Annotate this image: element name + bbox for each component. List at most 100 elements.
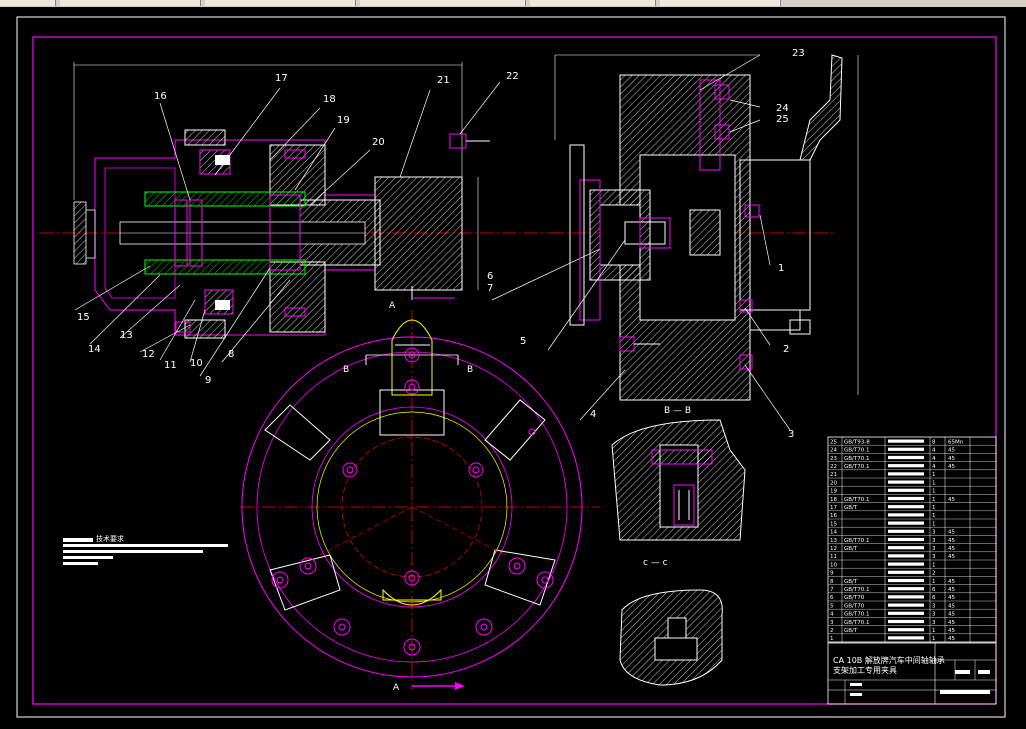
section-label-a-bottom: A: [393, 683, 400, 693]
toolbar-tab[interactable]: [60, 0, 201, 6]
toolbar-tab[interactable]: [360, 0, 526, 6]
bom-name-bar: [888, 496, 924, 501]
bom-cell-material: 45: [948, 546, 955, 552]
section-b-b: [611, 419, 746, 541]
balloon-25: 25: [776, 114, 789, 125]
balloon-8: 8: [228, 349, 234, 360]
bom-cell-qty: 4: [932, 464, 936, 470]
bom-cell-no: 7: [830, 587, 834, 593]
bom-cell-qty: 3: [932, 538, 936, 544]
bom-cell-code: GB/T70.1: [844, 456, 870, 462]
bom-name-bar: [888, 439, 924, 443]
bom-row: 8 GB/T 1 45: [830, 579, 955, 585]
balloon-3: 3: [788, 429, 794, 440]
bom-cell-no: 12: [830, 546, 837, 552]
bom-name-bar: [888, 529, 924, 533]
bom-name-bar: [888, 595, 924, 599]
bom-cell-no: 14: [830, 530, 837, 536]
bom-cell-no: 24: [830, 448, 837, 454]
bom-name-bar: [888, 628, 924, 632]
toolbar-tab[interactable]: [0, 0, 56, 6]
bom-row: 21 1: [830, 472, 936, 478]
bom-row: 7 GB/T70.1 6 45: [830, 587, 955, 593]
bom-cell-qty: 4: [932, 456, 936, 462]
bom-cell-code: GB/T93-8: [844, 439, 870, 445]
bom-name-bar: [888, 447, 924, 451]
toolbar-tab[interactable]: [205, 0, 356, 6]
bom-name-bar: [888, 587, 924, 591]
bom-cell-no: 22: [830, 464, 837, 470]
title-line-2: 支架加工专用夹具: [833, 665, 897, 675]
bom-name-bar: [888, 570, 924, 574]
bom-cell-material: 45: [948, 579, 955, 585]
bom-cell-code: GB/T70.1: [844, 464, 870, 470]
bom-row: 11 3 45: [830, 554, 955, 560]
toolbar-tab[interactable]: [660, 0, 781, 6]
bom-cell-code: GB/T: [844, 505, 858, 511]
bom-name-bar: [888, 619, 924, 624]
bom-cell-code: GB/T70.1: [844, 612, 870, 618]
bom-row: 3 GB/T70.1 3 45: [830, 620, 955, 626]
bom-cell-no: 16: [830, 513, 837, 519]
section-c-c: [619, 589, 723, 686]
bolt-holes: [271, 347, 554, 656]
bom-cell-material: 45: [948, 603, 955, 609]
bom-name-bar: [888, 603, 924, 607]
bom-cell-qty: 6: [932, 587, 936, 593]
bom-cell-no: 4: [830, 612, 834, 618]
toolbar-tab[interactable]: [530, 0, 656, 6]
bom-cell-code: GB/T: [844, 628, 858, 634]
bom-cell-code: GB/T: [844, 579, 858, 585]
bom-cell-material: 45: [948, 620, 955, 626]
bom-cell-no: 19: [830, 489, 837, 495]
balloon-9: 9: [205, 375, 211, 386]
bom-name-bar: [888, 455, 924, 460]
bom-cell-no: 17: [830, 505, 837, 511]
bom-cell-code: GB/T70.1: [844, 497, 870, 503]
bom-cell-qty: 1: [932, 489, 936, 495]
bom-cell-material: 65Mn: [948, 439, 964, 445]
balloon-4: 4: [590, 409, 596, 420]
bom-cell-qty: 1: [932, 505, 936, 511]
bom-row: 25 GB/T93-8 8 65Mn: [830, 439, 964, 445]
bom-name-bar: [888, 611, 924, 615]
balloon-18: 18: [323, 94, 336, 105]
bom-cell-code: GB/T70.1: [844, 620, 870, 626]
balloon-12: 12: [142, 349, 155, 360]
balloon-7: 7: [487, 283, 493, 294]
bom-cell-material: 45: [948, 628, 955, 634]
balloon-21: 21: [437, 75, 450, 86]
bom-name-bar: [888, 480, 924, 484]
bom-name-bar: [888, 488, 924, 492]
bom-row: 24 GB/T70.1 4 45: [830, 448, 955, 454]
bom-cell-no: 2: [830, 628, 834, 634]
bom-name-bar: [888, 464, 924, 468]
balloon-13: 13: [120, 330, 133, 341]
bom-row: 19 1: [830, 489, 936, 495]
bom-cell-qty: 1: [932, 521, 936, 527]
right-section-view: [550, 54, 859, 401]
bom-cell-material: 45: [948, 464, 955, 470]
bom-row: 15 1: [830, 521, 936, 527]
balloon-10: 10: [190, 358, 203, 369]
bom-name-bar: [888, 513, 924, 517]
balloon-14: 14: [88, 344, 101, 355]
bom-row: 92: [830, 571, 936, 577]
bom-cell-code: GB/T70.1: [844, 587, 870, 593]
balloon-6: 6: [487, 271, 493, 282]
bom-cell-no: 8: [830, 579, 834, 585]
bom-name-bar: [888, 562, 924, 566]
bom-name-bar: [888, 505, 924, 509]
bom-cell-no: 11: [830, 554, 837, 560]
cad-toolbar-strip: [0, 0, 1026, 7]
bom-row: 14 3 45: [830, 530, 955, 536]
bom-cell-qty: 3: [932, 554, 936, 560]
drawing-canvas[interactable]: 技术要求 25 GB/T93-8 8 65Mn24 GB/T70.1 4 4523 GB/T7…: [0, 7, 1026, 729]
bom-cell-qty: 3: [932, 530, 936, 536]
bom-cell-qty: 4: [932, 448, 936, 454]
section-label-b-right: B: [467, 365, 473, 375]
bom-cell-qty: 1: [932, 628, 936, 634]
bom-row: 16 1: [830, 513, 936, 519]
bill-of-materials: 25 GB/T93-8 8 65Mn24 GB/T70.1 4 4523 GB/T70.1 4 4…: [827, 436, 997, 643]
balloon-11: 11: [164, 360, 177, 371]
